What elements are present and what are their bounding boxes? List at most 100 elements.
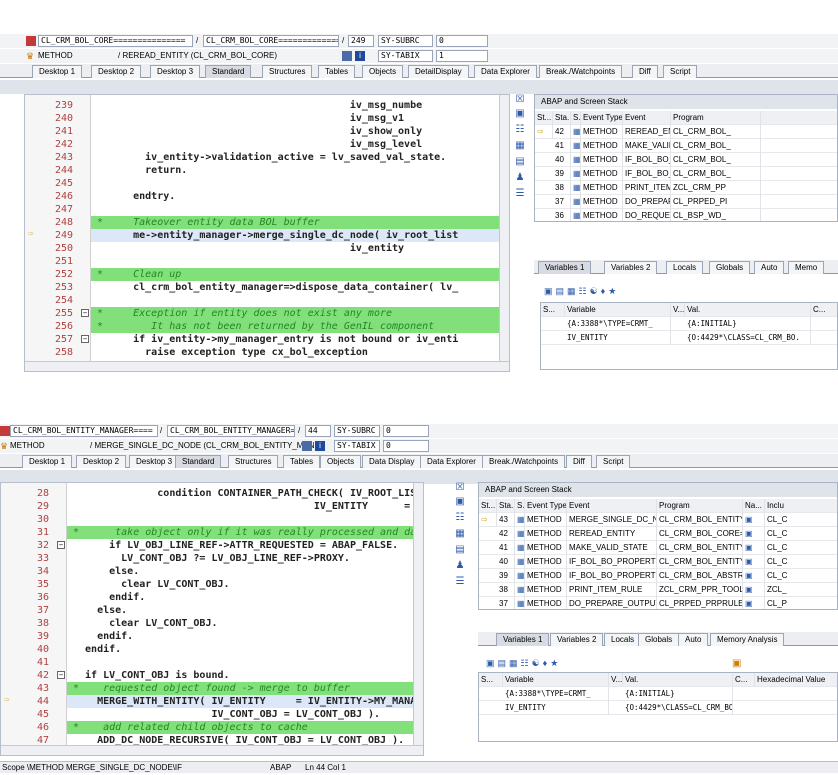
code-line[interactable]: ⇨ 249 me->entity_manager->merge_single_dc… [25, 229, 509, 242]
stack-column-header[interactable]: S... [515, 499, 525, 513]
variables-column-header[interactable]: S... [479, 673, 503, 687]
settings-icon[interactable]: ☷ [514, 124, 526, 136]
stack-navigate-icon[interactable]: ▣ [743, 597, 765, 609]
vertical-scrollbar[interactable] [499, 95, 509, 361]
stack-column-header[interactable]: Event Type [525, 499, 567, 513]
tab-tables[interactable]: Tables [283, 455, 321, 468]
stack-row[interactable]: 39▦METHODIF_BOL_BO_PROPERTY_...CL_CRM_BO… [479, 569, 837, 583]
tab-memory[interactable]: Memo [788, 261, 825, 274]
code-line[interactable]: 33 LV_CONT_OBJ ?= LV_OBJ_LINE_REF->PROXY… [1, 552, 423, 565]
stack-navigate-icon[interactable]: ▣ [743, 513, 765, 527]
variable-name[interactable]: IV_ENTITY [503, 701, 609, 715]
tree-icon[interactable]: ☰ [454, 576, 466, 588]
code-line[interactable]: 253 cl_crm_bol_entity_manager=>dispose_d… [25, 281, 509, 294]
stack-row[interactable]: ⇨43▦METHODMERGE_SINGLE_DC_NO...CL_CRM_BO… [479, 513, 837, 527]
include-field[interactable]: CL_CRM_BOL_ENTITY_MANAGER==== [167, 425, 295, 437]
horizontal-scrollbar[interactable] [25, 361, 509, 371]
code-line[interactable]: 239 iv_msg_numbe [25, 99, 509, 112]
structure-icon[interactable] [342, 51, 352, 61]
tab-locals[interactable]: Locals [604, 633, 642, 646]
code-line[interactable]: 39 endif. [1, 630, 423, 643]
code-line[interactable]: 40 endif. [1, 643, 423, 656]
fold-toggle-icon[interactable]: − [81, 307, 89, 320]
code-line[interactable]: 31 * take object only if it was really pr… [1, 526, 423, 539]
code-line[interactable]: ⇨ 44 MERGE_WITH_ENTITY( IV_ENTITY = IV_EN… [1, 695, 423, 708]
variable-row[interactable]: {A:3388*\TYPE=CRMT_ {A:INITIAL} [479, 687, 837, 701]
tab-data-explorer[interactable]: Data Explorer [474, 65, 537, 78]
sysvar-value[interactable]: 0 [383, 440, 429, 452]
tab-auto[interactable]: Auto [754, 261, 785, 274]
stack-row[interactable]: 41▦METHODMAKE_VALID_STATECL_CRM_BOL_ [535, 139, 837, 153]
code-line[interactable]: 258 raise exception type cx_bol_exceptio… [25, 346, 509, 359]
code-line[interactable]: 28 condition CONTAINER_PATH_CHECK( IV_RO… [1, 487, 423, 500]
variables-column-header[interactable]: V... [609, 673, 623, 687]
program-field[interactable]: CL_CRM_BOL_CORE=============== [38, 35, 193, 47]
code-line[interactable]: 37 else. [1, 604, 423, 617]
code-line[interactable]: 240 iv_msg_v1 [25, 112, 509, 125]
tab-script[interactable]: Script [663, 65, 698, 78]
code-line[interactable]: 42− if LV_CONT_OBJ is bound. [1, 669, 423, 682]
stack-column-header[interactable]: Program [657, 499, 743, 513]
sysvar-value[interactable]: 1 [436, 50, 488, 62]
stack-navigate-icon[interactable]: ▣ [743, 569, 765, 583]
code-line[interactable]: 32− if LV_OBJ_LINE_REF->ATTR_REQUESTED =… [1, 539, 423, 552]
code-line[interactable]: 251 [25, 255, 509, 268]
code-line[interactable]: 36 endif. [1, 591, 423, 604]
tab-structures[interactable]: Structures [228, 455, 279, 468]
variable-value[interactable]: {O:4429*\CLASS=CL_CRM_BO. [685, 331, 811, 345]
info-icon[interactable]: i [355, 51, 365, 61]
code-line[interactable]: 45 IV_CONT_OBJ = LV_CONT_OBJ ). [1, 708, 423, 721]
tab-desktop-1[interactable]: Desktop 1 [22, 455, 73, 468]
tab-standard[interactable]: Standard [175, 455, 222, 468]
stack-column-header[interactable]: Sta... [497, 499, 515, 513]
stack-row[interactable]: 38▦METHODPRINT_ITEM_RULEZCL_CRM_PP [535, 181, 837, 195]
tab-memory-analysis[interactable]: Memory Analysis [710, 633, 785, 646]
code-line[interactable]: 34 else. [1, 565, 423, 578]
variable-name[interactable]: {A:3388*\TYPE=CRMT_ [565, 317, 671, 331]
stack-column-header[interactable]: Program [671, 111, 761, 125]
line-field[interactable]: 249 [348, 35, 374, 47]
variables-toolbar-icons[interactable]: ▣▤▦☷☯♦★ [544, 286, 664, 298]
variables-toolbar-icons[interactable]: ▣▤▦☷☯♦★ [486, 658, 606, 670]
tab-objects[interactable]: Objects [362, 65, 404, 78]
stack-row[interactable]: 36▦METHODDO_REQUESTCL_BSP_WD_ [535, 209, 837, 221]
fold-toggle-icon[interactable]: − [57, 669, 65, 682]
stack-navigate-icon[interactable]: ▣ [743, 555, 765, 569]
stack-navigate-icon[interactable]: ▣ [743, 541, 765, 555]
people-icon[interactable]: ♟ [514, 172, 526, 184]
code-line[interactable]: 250 iv_entity [25, 242, 509, 255]
code-line[interactable]: 43 * requested object found -> merge to b… [1, 682, 423, 695]
stack-row[interactable]: 40▦METHODIF_BOL_BO_PROPERTY_...CL_CRM_BO… [479, 555, 837, 569]
variables-column-header[interactable]: C... [811, 303, 837, 317]
tab-breakpoints[interactable]: Break./Watchpoints [482, 455, 566, 468]
variable-name[interactable]: {A:3388*\TYPE=CRMT_ [503, 687, 609, 701]
code-line[interactable]: 244 return. [25, 164, 509, 177]
tab-desktop-3[interactable]: Desktop 3 [150, 65, 201, 78]
tree-icon[interactable]: ☰ [514, 188, 526, 200]
stack-column-header[interactable]: Event [623, 111, 671, 125]
code-line[interactable]: 46 * add related child objects to cache [1, 721, 423, 734]
tab-desktop-1[interactable]: Desktop 1 [32, 65, 83, 78]
tab-globals[interactable]: Globals [638, 633, 680, 646]
stack-row[interactable]: 41 ▦ METHOD MAKE_VALID_STATE CL_CRM_BOL_ENTI… [479, 541, 837, 555]
code-line[interactable]: 252 * Clean up [25, 268, 509, 281]
tab-standard[interactable]: Standard [205, 65, 252, 78]
save-icon[interactable]: ▣ [732, 658, 741, 669]
code-line[interactable]: 241 iv_show_only [25, 125, 509, 138]
code-line[interactable]: 255− * Exception if entity does not exist… [25, 307, 509, 320]
stack-column-header[interactable]: Inclu [765, 499, 837, 513]
variables-column-header[interactable]: Variable [503, 673, 609, 687]
stack-navigate-icon[interactable]: ▣ [743, 583, 765, 597]
tab-variables-2[interactable]: Variables 2 [604, 261, 658, 274]
variables-column-header[interactable]: S... [541, 303, 565, 317]
tab-tables[interactable]: Tables [318, 65, 356, 78]
source-code-editor[interactable]: 28 condition CONTAINER_PATH_CHECK( IV_RO… [0, 482, 424, 756]
code-line[interactable]: 41 [1, 656, 423, 669]
program-field[interactable]: CL_CRM_BOL_ENTITY_MANAGER==== [10, 425, 158, 437]
tab-desktop-2[interactable]: Desktop 2 [91, 65, 142, 78]
tab-objects[interactable]: Objects [320, 455, 362, 468]
code-line[interactable]: 257− if iv_entity->my_manager_entry is n… [25, 333, 509, 346]
code-line[interactable]: 29 IV_ENTITY = [1, 500, 423, 513]
tab-diff[interactable]: Diff [632, 65, 658, 78]
stack-row[interactable]: ⇨42▦METHODREREAD_ENTITYCL_CRM_BOL_ [535, 125, 837, 139]
